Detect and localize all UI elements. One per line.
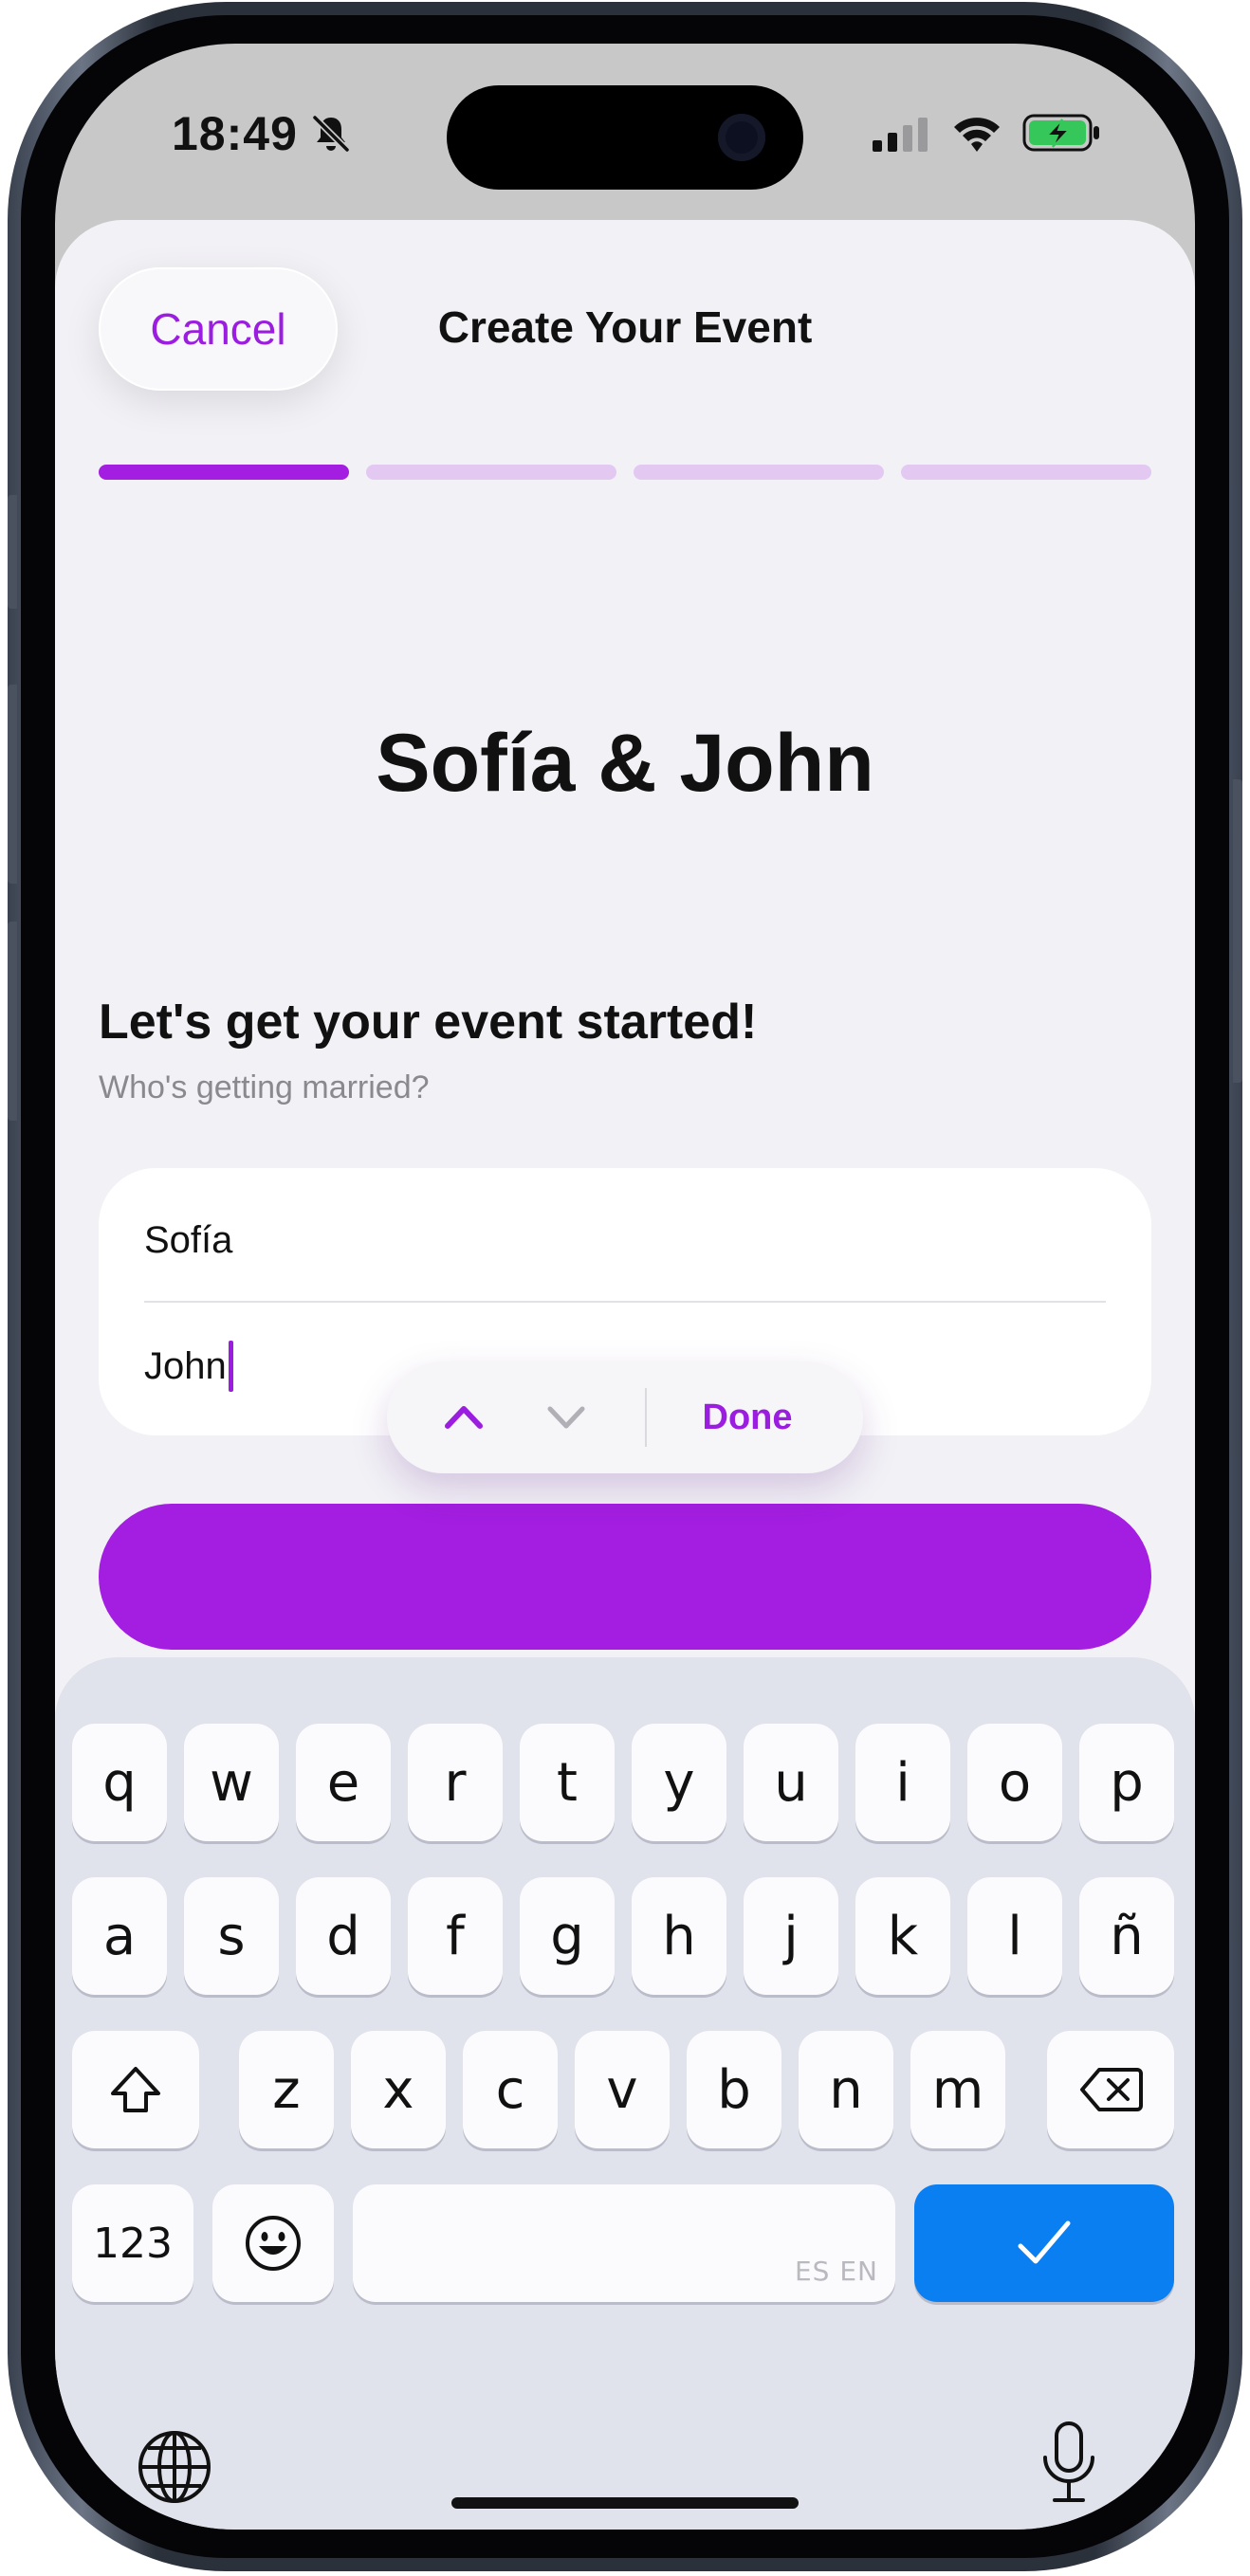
chevron-down-icon[interactable] [542, 1396, 590, 1439]
keyboard: q w e r t y u i o p a s d f g h j k l ñ … [55, 1657, 1195, 2530]
progress-steps [99, 465, 1151, 482]
microphone-icon[interactable] [1038, 2420, 1100, 2505]
text-cursor [228, 1341, 233, 1392]
progress-step-1 [99, 465, 349, 480]
status-bar: 18:49 [55, 44, 1195, 224]
key-l[interactable]: l [967, 1877, 1062, 1995]
emoji-key[interactable] [212, 2184, 334, 2302]
key-o[interactable]: o [967, 1724, 1062, 1841]
key-m[interactable]: m [910, 2031, 1005, 2148]
emoji-icon [246, 2216, 301, 2271]
volume-down-button [8, 922, 17, 1121]
field-divider [144, 1301, 1106, 1303]
done-button[interactable]: Done [671, 1398, 823, 1438]
key-r[interactable]: r [408, 1724, 503, 1841]
camera-icon [718, 114, 765, 161]
volume-up-button [8, 685, 17, 884]
key-v[interactable]: v [575, 2031, 670, 2148]
toolbar-divider [645, 1388, 647, 1447]
status-time: 18:49 [172, 107, 298, 160]
key-e[interactable]: e [296, 1724, 391, 1841]
keyboard-language-label: ES EN [794, 2256, 878, 2287]
key-p[interactable]: p [1079, 1724, 1174, 1841]
key-t[interactable]: t [520, 1724, 615, 1841]
space-bar[interactable]: ES EN [353, 2184, 895, 2302]
shift-icon [111, 2067, 160, 2112]
backspace-key[interactable] [1047, 2031, 1174, 2148]
key-f[interactable]: f [408, 1877, 503, 1995]
return-key[interactable] [914, 2184, 1174, 2302]
key-s[interactable]: s [184, 1877, 279, 1995]
dynamic-island [447, 85, 803, 190]
wifi-icon [954, 118, 1000, 152]
page-title: Create Your Event [437, 302, 813, 352]
partner2-name-field[interactable]: John [144, 1341, 233, 1392]
keyboard-accessory-toolbar: Done [387, 1361, 863, 1473]
power-button [1233, 779, 1242, 1083]
progress-step-3 [634, 465, 884, 480]
key-b[interactable]: b [687, 2031, 781, 2148]
key-j[interactable]: j [744, 1877, 838, 1995]
key-w[interactable]: w [184, 1724, 279, 1841]
intro-title: Let's get your event started! [99, 995, 758, 1050]
checkmark-icon [1018, 2220, 1071, 2264]
key-a[interactable]: a [72, 1877, 167, 1995]
key-n-tilde[interactable]: ñ [1079, 1877, 1174, 1995]
key-n[interactable]: n [799, 2031, 893, 2148]
cellular-signal-icon [873, 118, 928, 152]
silent-switch [8, 495, 17, 609]
key-d[interactable]: d [296, 1877, 391, 1995]
screen: 18:49 Cancel Create Your Event Sofía & J… [55, 44, 1195, 2530]
numbers-key[interactable]: 123 [72, 2184, 193, 2302]
partner2-name-value: John [144, 1344, 227, 1387]
chevron-up-icon[interactable] [440, 1396, 487, 1439]
couple-names-heading: Sofía & John [376, 718, 874, 809]
bell-slash-icon [312, 115, 350, 153]
key-i[interactable]: i [855, 1724, 950, 1841]
progress-step-4 [901, 465, 1151, 480]
key-h[interactable]: h [632, 1877, 726, 1995]
backspace-icon [1080, 2068, 1143, 2111]
key-y[interactable]: y [632, 1724, 726, 1841]
continue-button[interactable] [99, 1504, 1151, 1650]
partner1-name-field[interactable]: Sofía [144, 1219, 232, 1262]
key-x[interactable]: x [351, 2031, 446, 2148]
key-q[interactable]: q [72, 1724, 167, 1841]
progress-step-2 [366, 465, 616, 480]
key-g[interactable]: g [520, 1877, 615, 1995]
shift-key[interactable] [72, 2031, 199, 2148]
key-c[interactable]: c [463, 2031, 558, 2148]
globe-icon[interactable] [135, 2427, 214, 2507]
key-k[interactable]: k [855, 1877, 950, 1995]
intro-subtitle: Who's getting married? [99, 1069, 430, 1105]
home-indicator[interactable] [451, 2497, 799, 2509]
create-event-sheet: Cancel Create Your Event Sofía & John Le… [55, 220, 1195, 1832]
key-u[interactable]: u [744, 1724, 838, 1841]
battery-charging-icon [1022, 114, 1099, 152]
key-z[interactable]: z [239, 2031, 334, 2148]
